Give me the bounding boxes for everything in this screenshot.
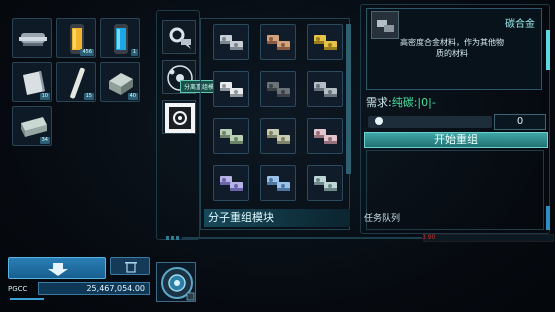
store-button[interactable] xyxy=(8,257,106,279)
mode-button-disassemble[interactable] xyxy=(162,20,196,54)
blue-bolts-icon xyxy=(267,176,290,191)
module-slot[interactable] xyxy=(260,165,296,201)
gold-bolts-icon xyxy=(314,35,337,50)
warning-text: 3.90 xyxy=(422,234,436,241)
inventory-slot[interactable]: 15 xyxy=(56,62,96,102)
teal-bolts-icon xyxy=(314,176,337,191)
silver-bolts-icon xyxy=(220,35,243,50)
down-arrow-icon xyxy=(48,263,68,276)
item-count: 10 xyxy=(39,93,50,100)
item-info-panel: 碳合金 高密度合金材料，作为其他物质的材料 xyxy=(366,8,542,90)
discard-button[interactable] xyxy=(110,257,150,275)
inventory-slot[interactable]: 34 xyxy=(12,106,52,146)
module-slot[interactable] xyxy=(213,24,249,60)
module-title: 分子重组模块 xyxy=(204,209,350,227)
currency-label: PGCC xyxy=(8,285,28,293)
module-slot[interactable] xyxy=(213,71,249,107)
module-slot[interactable] xyxy=(213,165,249,201)
item-count: 15 xyxy=(83,93,94,100)
module-slot[interactable] xyxy=(260,118,296,154)
item-count: 1 xyxy=(130,49,138,56)
quantity-input[interactable]: 0 xyxy=(494,114,546,130)
dark-bolts-icon xyxy=(267,82,290,97)
carbon-alloy-icon xyxy=(377,20,394,32)
inventory-slot[interactable]: 456 xyxy=(56,18,96,58)
mode-button-core[interactable] xyxy=(162,100,196,134)
module-slot[interactable] xyxy=(307,24,343,60)
status-stripe xyxy=(166,234,554,242)
steel-bolts-icon xyxy=(314,82,337,97)
core-module-icon xyxy=(165,103,195,133)
trash-icon xyxy=(125,262,137,273)
game-screen: 456 1 10 15 40 34 分离重组模块 分子重组模块 碳合金 高密度合… xyxy=(0,0,555,312)
white-bolts-icon xyxy=(220,82,243,97)
inventory-slot[interactable]: 40 xyxy=(100,62,140,102)
item-count: 34 xyxy=(39,137,50,144)
requirement-value: 纯碳:|0|- xyxy=(391,96,436,109)
requirement-label: 需求: xyxy=(366,96,392,109)
core-device-avatar[interactable] xyxy=(156,262,196,302)
quantity-slider[interactable] xyxy=(368,116,492,128)
currency-value: 25,467,054.00 xyxy=(38,282,150,295)
inventory-slot[interactable] xyxy=(12,18,52,58)
reactor-icon xyxy=(161,267,195,301)
green-bolts-icon xyxy=(220,129,243,144)
requirement-row: 需求:纯碳:|0|- xyxy=(366,94,436,110)
inventory-slot[interactable]: 10 xyxy=(12,62,52,102)
purple-bolts-icon xyxy=(220,176,243,191)
item-description: 高密度合金材料，作为其他物质的材料 xyxy=(400,38,504,58)
item-count: 40 xyxy=(127,93,138,100)
start-recombine-button[interactable]: 开始重组 xyxy=(364,132,548,148)
metal-clamp-icon xyxy=(19,33,47,46)
pink-bolts-icon xyxy=(314,129,337,144)
load-indicator xyxy=(10,298,44,300)
inventory-slot[interactable]: 1 xyxy=(100,18,140,58)
item-count: 456 xyxy=(80,49,94,56)
copper-bolts-icon xyxy=(267,35,290,50)
item-name: 碳合金 xyxy=(505,19,535,30)
task-queue-label: 任务队列 xyxy=(364,214,401,224)
module-scrollbar[interactable] xyxy=(346,24,351,174)
module-slot[interactable] xyxy=(307,165,343,201)
module-slot[interactable] xyxy=(260,71,296,107)
item-preview xyxy=(371,11,399,39)
inventory-panel: 456 1 10 15 40 34 xyxy=(6,10,151,152)
olive-bolts-icon xyxy=(267,129,290,144)
module-slot[interactable] xyxy=(307,71,343,107)
queue-scrollbar[interactable] xyxy=(546,206,550,230)
module-slot[interactable] xyxy=(213,118,249,154)
module-slot[interactable] xyxy=(307,118,343,154)
gear-arrows-icon xyxy=(169,27,191,49)
slider-handle[interactable] xyxy=(375,117,383,125)
info-scrollbar[interactable] xyxy=(546,30,550,70)
module-slot[interactable] xyxy=(260,24,296,60)
